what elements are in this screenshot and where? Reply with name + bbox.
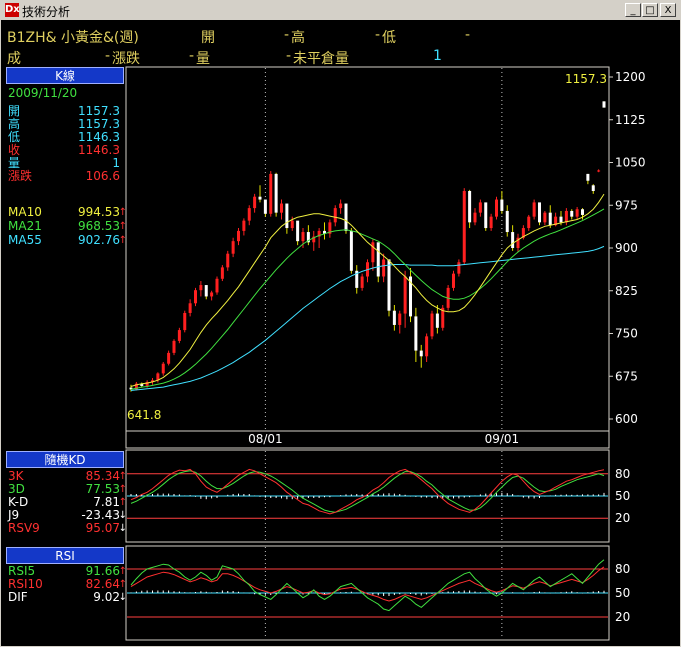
price-axis-tick-label: 975 — [615, 198, 638, 212]
candle-body — [199, 285, 203, 291]
candle-body — [484, 202, 488, 229]
price-axis-tick-label: 675 — [615, 369, 638, 383]
rsi-axis-tick-label: 20 — [615, 610, 630, 624]
candle-body — [226, 253, 230, 268]
candle-body — [505, 210, 509, 233]
candle-body — [419, 350, 423, 357]
candle-body — [274, 173, 278, 213]
candle-body — [194, 290, 197, 304]
candle-body — [333, 208, 337, 223]
candle-body — [360, 276, 364, 288]
rsi-axis-tick-label: 80 — [615, 562, 630, 576]
candle-body — [183, 312, 187, 331]
date-axis-tick-label: 09/01 — [485, 432, 520, 446]
candle-body — [559, 216, 563, 223]
kd-axis-tick-label: 50 — [615, 489, 630, 503]
max-price-label: 1157.3 — [565, 72, 607, 86]
date-axis-tick-label: 08/01 — [248, 432, 283, 446]
candle-body — [425, 336, 429, 357]
price-axis-tick-label: 600 — [615, 412, 638, 426]
candle-body — [430, 313, 434, 337]
candle-body — [269, 173, 273, 214]
candle-body — [500, 199, 504, 211]
kd-3k-line — [130, 468, 605, 515]
candle-body — [296, 220, 300, 242]
candle-body — [548, 212, 552, 226]
candle-body — [285, 203, 289, 229]
candle-body — [280, 203, 283, 213]
candle-body — [564, 210, 568, 223]
candle-body — [258, 196, 262, 200]
rsi10-line — [130, 566, 605, 602]
kd-3d-line — [130, 470, 605, 513]
candle-body — [473, 212, 477, 223]
min-price-label: 641.8 — [127, 408, 161, 422]
candle-body — [591, 185, 595, 191]
candle-body — [382, 259, 386, 277]
price-axis-tick-label: 1200 — [615, 70, 646, 84]
candle-body — [462, 191, 466, 263]
candle-body — [570, 210, 574, 217]
candle-body — [478, 202, 482, 213]
candle-body — [538, 202, 541, 223]
kline-panel-frame — [125, 66, 610, 449]
candle-body — [349, 230, 353, 271]
candle-body — [161, 363, 165, 374]
technical-analysis-window: Dx 技術分析 _ □ X B1ZH& 小黃金&(週) 開 - 高 - 低 - … — [0, 0, 681, 647]
candle-body — [581, 209, 584, 215]
candle-body — [242, 220, 246, 231]
candle-body — [532, 202, 536, 217]
kd-axis-tick-label: 20 — [615, 511, 630, 525]
price-axis-tick-label: 1125 — [615, 113, 646, 127]
candle-body — [237, 230, 240, 242]
candle-body — [188, 303, 192, 313]
candle-body — [344, 203, 348, 231]
candle-body — [392, 310, 396, 325]
candle-body — [167, 352, 171, 364]
candle-body — [543, 212, 547, 223]
candle-body — [247, 208, 251, 221]
charts-canvas[interactable]: 600 675 750 825 900 975 1050 1125 1200 08/01 09/01… — [1, 1, 680, 646]
candle-body — [414, 316, 418, 351]
candle-body — [586, 173, 590, 181]
candle-body — [511, 232, 515, 248]
candle-body — [215, 278, 219, 293]
candle-body — [290, 220, 294, 229]
candle-body — [339, 203, 343, 209]
price-axis-tick-label: 900 — [615, 241, 638, 255]
candle-body — [398, 313, 402, 325]
rsi-axis-tick-label: 50 — [615, 586, 630, 600]
candle-body — [371, 242, 375, 263]
candle-body — [210, 292, 214, 297]
candle-body — [376, 242, 380, 277]
ma21-line — [130, 208, 605, 390]
candle-body — [452, 273, 455, 288]
rsi5-line — [130, 559, 605, 612]
candle-body — [403, 276, 407, 314]
candle-body — [435, 313, 439, 328]
candle-body — [177, 330, 181, 341]
candle-body — [489, 216, 493, 229]
candle-body — [387, 259, 391, 311]
price-axis-tick-label: 825 — [615, 284, 638, 298]
price-axis-tick-label: 750 — [615, 327, 638, 341]
candle-body — [231, 241, 235, 254]
candle-body — [602, 101, 606, 108]
price-axis-tick-label: 1050 — [615, 156, 646, 170]
kd-axis-tick-label: 80 — [615, 467, 630, 481]
candle-body — [172, 340, 176, 353]
candle-body — [468, 191, 472, 223]
candle-body — [301, 232, 305, 242]
candle-body — [220, 267, 224, 279]
candle-body — [263, 199, 267, 214]
candle-body — [457, 262, 461, 274]
candle-body — [527, 216, 531, 229]
candle-body — [597, 170, 601, 172]
candle-body — [575, 209, 579, 217]
candle-body — [204, 285, 208, 297]
candle-body — [495, 199, 498, 217]
candle-body — [253, 196, 257, 209]
